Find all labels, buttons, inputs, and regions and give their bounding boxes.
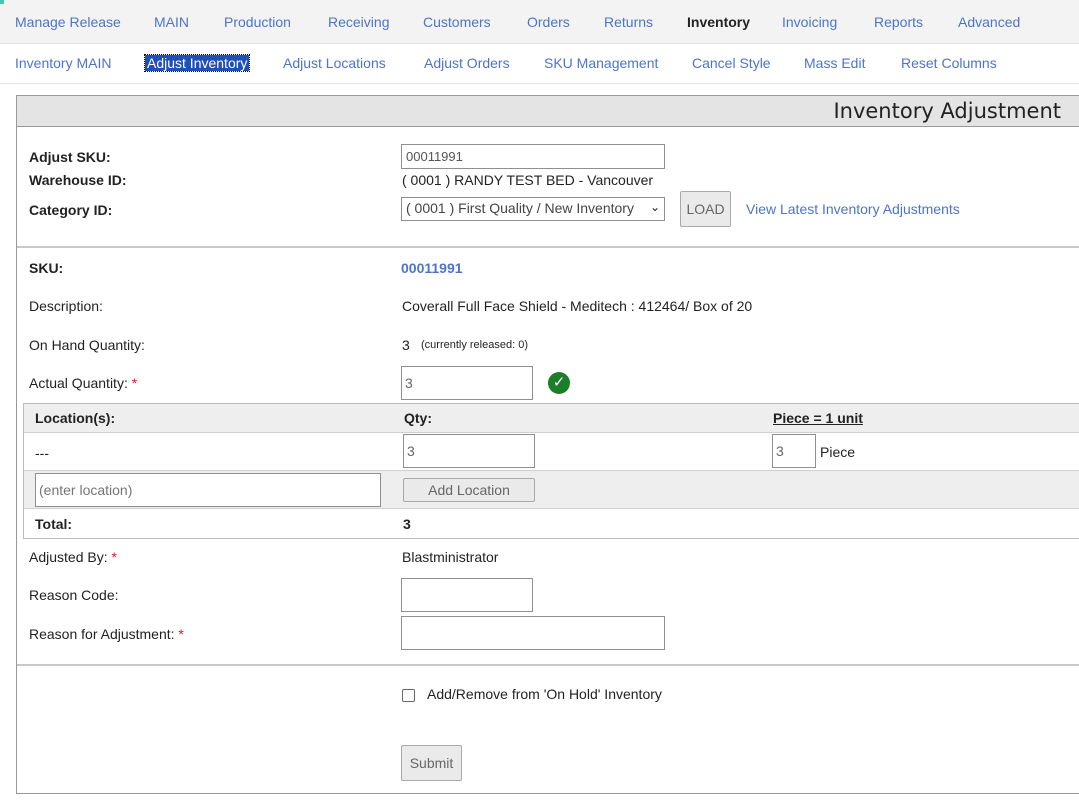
description-value: Coverall Full Face Shield - Meditech : 4… (402, 298, 753, 314)
piece-qty-input[interactable] (772, 434, 816, 468)
nav-customers[interactable]: Customers (423, 14, 491, 30)
reason-code-label: Reason Code: (29, 587, 119, 603)
locations-header-piece: Piece = 1 unit (773, 410, 863, 426)
on-hand-note: (currently released: 0) (421, 339, 528, 351)
total-row: Total: 3 (24, 508, 1079, 538)
adjusted-by-label-text: Adjusted By: (29, 549, 108, 565)
nav-invoicing[interactable]: Invoicing (782, 14, 837, 30)
piece-unit: Piece (820, 444, 856, 460)
subnav-reset-columns[interactable]: Reset Columns (901, 55, 997, 71)
top-nav: Manage Release MAIN Production Receiving… (0, 0, 1079, 44)
reason-label: Reason for Adjustment: * (29, 626, 184, 642)
nav-manage-release[interactable]: Manage Release (15, 14, 121, 30)
chevron-down-icon: ⌄ (649, 200, 660, 214)
on-hand-label: On Hand Quantity: (29, 337, 145, 353)
reason-input[interactable] (401, 616, 665, 650)
sku-link[interactable]: 00011991 (401, 260, 463, 276)
subnav-adjust-orders[interactable]: Adjust Orders (424, 55, 510, 71)
adjusted-by-value: Blastministrator (402, 549, 499, 565)
reason-label-text: Reason for Adjustment: (29, 626, 175, 642)
subnav-mass-edit[interactable]: Mass Edit (804, 55, 865, 71)
table-row: --- Piece (24, 432, 1079, 470)
nav-inventory[interactable]: Inventory (687, 14, 750, 30)
total-value: 3 (403, 516, 411, 532)
description-label: Description: (29, 298, 103, 314)
locations-header-qty: Qty: (404, 410, 432, 426)
locations-header-location: Location(s): (35, 410, 116, 426)
inventory-adjustment-panel: Inventory Adjustment Adjust SKU: Warehou… (16, 95, 1079, 794)
actual-qty-input[interactable] (401, 366, 533, 400)
submit-button[interactable]: Submit (401, 745, 462, 781)
required-mark: * (178, 626, 184, 642)
locations-header-row: Location(s): Qty: Piece = 1 unit (24, 404, 1079, 432)
panel-header: Inventory Adjustment (17, 96, 1079, 127)
category-label: Category ID: (29, 202, 113, 218)
sub-nav: Inventory MAIN Adjust Inventory Adjust L… (0, 44, 1079, 84)
on-hand-value: 3 (402, 337, 410, 353)
subnav-adjust-inventory[interactable]: Adjust Inventory (143, 54, 251, 72)
add-location-row: Add Location (24, 470, 1079, 508)
on-hold-label: Add/Remove from 'On Hold' Inventory (427, 686, 662, 702)
section-divider (17, 246, 1079, 248)
subnav-inventory-main[interactable]: Inventory MAIN (15, 55, 111, 71)
page-title: Inventory Adjustment (833, 99, 1061, 123)
location-name: --- (35, 445, 49, 461)
warehouse-value: ( 0001 ) RANDY TEST BED - Vancouver (402, 172, 654, 188)
nav-reports[interactable]: Reports (874, 14, 923, 30)
sku-label: SKU: (29, 260, 64, 276)
required-mark: * (111, 549, 117, 565)
section-divider (17, 664, 1079, 666)
check-circle-icon: ✓ (548, 372, 570, 394)
required-mark: * (131, 375, 138, 391)
location-qty-input[interactable] (403, 434, 535, 468)
actual-qty-label: Actual Quantity: * (29, 375, 137, 391)
new-location-input[interactable] (35, 473, 381, 507)
adjust-sku-label: Adjust SKU: (29, 149, 111, 165)
on-hold-checkbox[interactable] (402, 689, 415, 702)
view-latest-adjustments-link[interactable]: View Latest Inventory Adjustments (746, 201, 960, 217)
nav-orders[interactable]: Orders (527, 14, 570, 30)
warehouse-label: Warehouse ID: (29, 172, 127, 188)
actual-qty-label-text: Actual Quantity: (29, 375, 128, 391)
subnav-cancel-style[interactable]: Cancel Style (692, 55, 771, 71)
nav-main[interactable]: MAIN (154, 14, 189, 30)
accent-mark (0, 0, 4, 4)
reason-code-input[interactable] (401, 578, 533, 612)
adjusted-by-label: Adjusted By: * (29, 549, 117, 565)
adjust-sku-input[interactable] (401, 144, 665, 169)
add-location-button[interactable]: Add Location (403, 478, 535, 502)
nav-production[interactable]: Production (224, 14, 291, 30)
category-selected-value: ( 0001 ) First Quality / New Inventory (406, 200, 634, 216)
load-button[interactable]: LOAD (680, 191, 731, 227)
nav-advanced[interactable]: Advanced (958, 14, 1020, 30)
total-label: Total: (35, 516, 73, 532)
nav-receiving[interactable]: Receiving (328, 14, 389, 30)
subnav-sku-management[interactable]: SKU Management (544, 55, 658, 71)
locations-table: Location(s): Qty: Piece = 1 unit --- Pie… (23, 403, 1079, 539)
subnav-adjust-locations[interactable]: Adjust Locations (283, 55, 386, 71)
nav-returns[interactable]: Returns (604, 14, 653, 30)
category-select[interactable]: ( 0001 ) First Quality / New Inventory ⌄ (401, 197, 665, 221)
